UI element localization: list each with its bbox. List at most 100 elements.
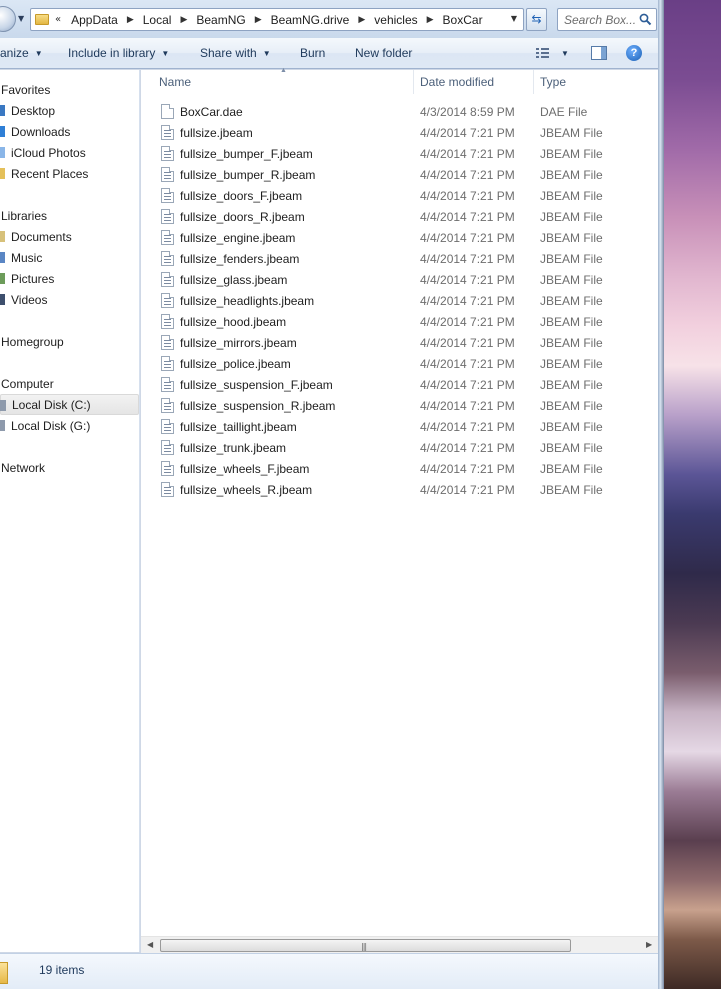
file-row[interactable]: BoxCar.dae 4/3/2014 8:59 PM DAE File [141, 101, 658, 122]
refresh-icon: ⇆ [531, 12, 542, 26]
text-file-icon [161, 251, 174, 266]
help-icon[interactable]: ? [626, 45, 642, 61]
nav-favorites[interactable]: Favorites [0, 79, 139, 100]
nav-item-pictures[interactable]: Pictures [0, 268, 139, 289]
chevron-right-icon[interactable]: ▶ [255, 15, 262, 25]
file-name: fullsize_police.jbeam [180, 357, 291, 371]
nav-libraries[interactable]: Libraries [0, 205, 139, 226]
new-folder-button[interactable]: New folder [355, 46, 412, 60]
breadcrumb-appdata[interactable]: AppData [71, 13, 118, 27]
breadcrumb-boxcar[interactable]: BoxCar [443, 13, 483, 27]
file-name: fullsize_engine.jbeam [180, 231, 296, 245]
breadcrumb-overflow[interactable]: « [55, 14, 61, 25]
address-dropdown-icon[interactable]: ▼ [511, 14, 517, 23]
item-count: 19 items [39, 963, 85, 977]
address-bar[interactable]: « AppData ▶ Local ▶ BeamNG ▶ BeamNG.driv… [30, 8, 524, 31]
scroll-left-icon[interactable]: ◀ [147, 940, 153, 949]
file-row[interactable]: fullsize_taillight.jbeam 4/4/2014 7:21 P… [141, 416, 658, 437]
grip-icon: ||| [361, 942, 367, 951]
search-input[interactable] [558, 9, 636, 30]
file-row[interactable]: fullsize_suspension_F.jbeam 4/4/2014 7:2… [141, 374, 658, 395]
nav-homegroup[interactable]: Homegroup [0, 331, 139, 352]
nav-item-videos[interactable]: Videos [0, 289, 139, 310]
file-row[interactable]: fullsize.jbeam 4/4/2014 7:21 PM JBEAM Fi… [141, 122, 658, 143]
refresh-button[interactable]: ⇆ [526, 8, 547, 31]
nav-item-label: Desktop [11, 103, 56, 118]
text-file-icon [161, 293, 174, 308]
chevron-right-icon[interactable]: ▶ [127, 15, 134, 25]
nav-item-recent-places[interactable]: Recent Places [0, 163, 139, 184]
breadcrumb-beamng[interactable]: BeamNG [196, 13, 245, 27]
file-row[interactable]: fullsize_doors_R.jbeam 4/4/2014 7:21 PM … [141, 206, 658, 227]
preview-pane-icon[interactable] [591, 46, 607, 60]
nav-item-icloud-photos[interactable]: iCloud Photos [0, 142, 139, 163]
column-divider[interactable] [413, 70, 414, 94]
breadcrumb-vehicles[interactable]: vehicles [374, 13, 417, 27]
column-date-modified[interactable]: Date modified [420, 75, 494, 89]
forward-button[interactable] [0, 6, 16, 32]
file-row[interactable]: fullsize_fenders.jbeam 4/4/2014 7:21 PM … [141, 248, 658, 269]
search-box[interactable] [557, 8, 657, 31]
nav-item-desktop[interactable]: Desktop [0, 100, 139, 121]
file-row[interactable]: fullsize_trunk.jbeam 4/4/2014 7:21 PM JB… [141, 437, 658, 458]
text-file-icon [161, 209, 174, 224]
file-row[interactable]: fullsize_wheels_R.jbeam 4/4/2014 7:21 PM… [141, 479, 658, 500]
column-name[interactable]: Name [159, 75, 191, 89]
file-date: 4/4/2014 7:21 PM [420, 294, 515, 308]
file-row[interactable]: fullsize_wheels_F.jbeam 4/4/2014 7:21 PM… [141, 458, 658, 479]
recent-pages-dropdown-icon[interactable]: ▼ [18, 13, 28, 25]
breadcrumb-beamng-drive[interactable]: BeamNG.drive [271, 13, 350, 27]
chevron-right-icon[interactable]: ▶ [427, 15, 434, 25]
scrollbar-thumb[interactable]: ||| [160, 939, 571, 952]
window-border[interactable] [658, 0, 664, 989]
videos-icon [0, 294, 5, 305]
column-divider[interactable] [533, 70, 534, 94]
file-row[interactable]: fullsize_doors_F.jbeam 4/4/2014 7:21 PM … [141, 185, 658, 206]
share-with-button[interactable]: Share with ▼ [200, 46, 271, 60]
file-date: 4/4/2014 7:21 PM [420, 189, 515, 203]
file-type: JBEAM File [540, 147, 603, 161]
nav-computer[interactable]: Computer [0, 373, 139, 394]
file-name: fullsize_suspension_F.jbeam [180, 378, 333, 392]
nav-item-local-disk-g[interactable]: Local Disk (G:) [0, 415, 139, 436]
file-type: JBEAM File [540, 189, 603, 203]
file-row[interactable]: fullsize_police.jbeam 4/4/2014 7:21 PM J… [141, 353, 658, 374]
file-row[interactable]: fullsize_bumper_F.jbeam 4/4/2014 7:21 PM… [141, 143, 658, 164]
file-date: 4/4/2014 7:21 PM [420, 126, 515, 140]
file-row[interactable]: fullsize_bumper_R.jbeam 4/4/2014 7:21 PM… [141, 164, 658, 185]
burn-button[interactable]: Burn [300, 46, 325, 60]
include-in-library-button[interactable]: Include in library ▼ [68, 46, 169, 60]
column-type[interactable]: Type [540, 75, 566, 89]
file-name: fullsize_fenders.jbeam [180, 252, 300, 266]
file-row[interactable]: fullsize_mirrors.jbeam 4/4/2014 7:21 PM … [141, 332, 658, 353]
file-row[interactable]: fullsize_engine.jbeam 4/4/2014 7:21 PM J… [141, 227, 658, 248]
nav-item-local-disk-c[interactable]: Local Disk (C:) [0, 394, 139, 415]
views-icon[interactable] [535, 46, 551, 60]
drive-icon [0, 420, 5, 431]
file-row[interactable]: fullsize_hood.jbeam 4/4/2014 7:21 PM JBE… [141, 311, 658, 332]
file-type: JBEAM File [540, 357, 603, 371]
organize-button[interactable]: anize ▼ [0, 46, 43, 60]
nav-item-music[interactable]: Music [0, 247, 139, 268]
nav-item-label: Local Disk (G:) [11, 418, 91, 433]
chevron-right-icon[interactable]: ▶ [180, 15, 187, 25]
file-name: fullsize_suspension_R.jbeam [180, 399, 336, 413]
chevron-right-icon[interactable]: ▶ [358, 15, 365, 25]
search-icon[interactable] [639, 13, 652, 26]
file-date: 4/4/2014 7:21 PM [420, 441, 515, 455]
file-type: JBEAM File [540, 336, 603, 350]
file-row[interactable]: fullsize_glass.jbeam 4/4/2014 7:21 PM JB… [141, 269, 658, 290]
nav-network[interactable]: Network [0, 457, 139, 478]
nav-item-documents[interactable]: Documents [0, 226, 139, 247]
file-list[interactable]: ▲ Name Date modified Type BoxCar.dae 4/3… [141, 67, 658, 936]
views-dropdown-icon[interactable]: ▼ [561, 46, 569, 60]
file-type: JBEAM File [540, 273, 603, 287]
file-row[interactable]: fullsize_headlights.jbeam 4/4/2014 7:21 … [141, 290, 658, 311]
horizontal-scrollbar[interactable]: ◀ ||| ▶ [141, 936, 658, 953]
scroll-right-icon[interactable]: ▶ [646, 940, 652, 949]
file-name: fullsize.jbeam [180, 126, 253, 140]
nav-item-downloads[interactable]: Downloads [0, 121, 139, 142]
breadcrumb-local[interactable]: Local [143, 13, 172, 27]
navigation-pane[interactable]: Favorites Desktop Downloads iCloud Photo… [0, 70, 140, 952]
file-row[interactable]: fullsize_suspension_R.jbeam 4/4/2014 7:2… [141, 395, 658, 416]
